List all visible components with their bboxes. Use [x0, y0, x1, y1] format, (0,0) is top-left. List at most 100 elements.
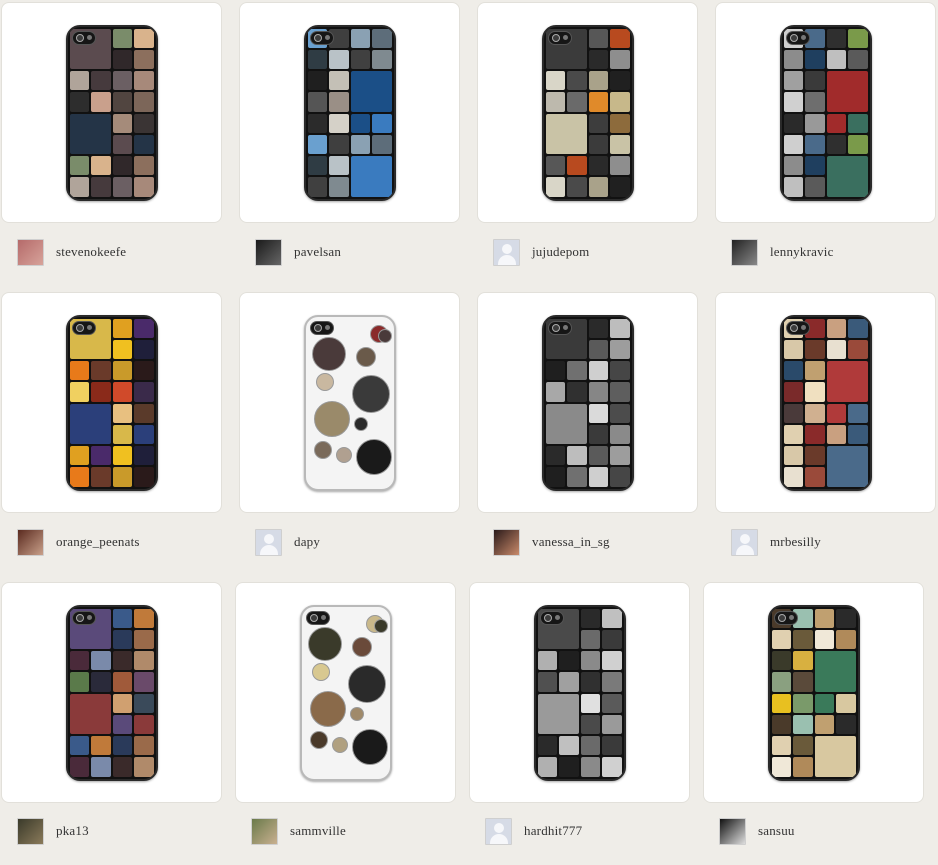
phone-case-image[interactable]	[767, 604, 860, 781]
phone-case-image[interactable]	[65, 604, 158, 781]
phone-case-image[interactable]	[779, 24, 872, 201]
avatar[interactable]	[17, 528, 44, 556]
photo-tile	[848, 403, 868, 423]
case-card[interactable]	[239, 2, 460, 223]
lens-icon	[313, 323, 322, 332]
photo-bubble	[373, 618, 388, 633]
username-link[interactable]: lennykravic	[770, 244, 834, 260]
phone-case-image[interactable]	[541, 24, 634, 201]
flash-icon	[800, 35, 806, 40]
username-link[interactable]: mrbesilly	[770, 534, 821, 550]
photo-tile	[112, 361, 132, 381]
photo-tile	[134, 113, 154, 133]
case-card[interactable]	[239, 292, 460, 513]
photo-tile	[610, 339, 630, 359]
photo-tile	[814, 629, 834, 649]
username-link[interactable]: hardhit777	[524, 823, 582, 839]
photo-tile	[134, 361, 154, 381]
case-card[interactable]	[235, 582, 456, 803]
camera-cutout-icon	[305, 610, 330, 625]
photo-tile	[112, 714, 132, 734]
photo-tile	[350, 113, 370, 133]
photo-tile	[588, 424, 608, 444]
avatar[interactable]	[731, 238, 758, 266]
photo-tile	[610, 49, 630, 69]
photo-tile	[805, 156, 825, 176]
case-card[interactable]	[477, 292, 698, 513]
phone-case-image[interactable]	[65, 24, 158, 201]
avatar[interactable]	[255, 528, 282, 556]
photo-tile	[134, 134, 154, 154]
photo-tile	[91, 382, 111, 402]
photo-collage	[544, 317, 632, 489]
user-attribution: dapy	[255, 527, 320, 557]
username-link[interactable]: sammville	[290, 823, 346, 839]
avatar[interactable]	[485, 817, 512, 845]
phone-case-image[interactable]	[779, 314, 872, 491]
avatar[interactable]	[255, 238, 282, 266]
avatar[interactable]	[719, 817, 746, 845]
photo-tile	[580, 757, 600, 777]
phone-case-image[interactable]	[65, 314, 158, 491]
phone-case-image[interactable]	[303, 24, 396, 201]
photo-tile	[350, 134, 370, 154]
photo-tile	[588, 49, 608, 69]
username-link[interactable]: vanessa_in_sg	[532, 534, 610, 550]
photo-tile	[307, 92, 327, 112]
username-link[interactable]: pka13	[56, 823, 89, 839]
photo-tile	[545, 382, 565, 402]
avatar[interactable]	[251, 817, 278, 845]
photo-tile	[805, 134, 825, 154]
photo-tile	[559, 651, 579, 671]
photo-bubble	[355, 438, 392, 475]
photo-tile	[836, 608, 856, 628]
username-link[interactable]: orange_peenats	[56, 534, 140, 550]
username-link[interactable]: pavelsan	[294, 244, 341, 260]
photo-tile	[69, 403, 111, 444]
username-link[interactable]: jujudepom	[532, 244, 589, 260]
photo-tile	[805, 446, 825, 466]
photo-tile	[771, 693, 791, 713]
phone-case-image[interactable]	[303, 314, 396, 491]
photo-tile	[372, 134, 392, 154]
user-attribution: sammville	[251, 816, 346, 846]
avatar[interactable]	[731, 528, 758, 556]
photo-collage	[782, 317, 870, 489]
case-card[interactable]	[703, 582, 924, 803]
case-card[interactable]	[1, 582, 222, 803]
lens-icon	[75, 33, 84, 42]
photo-tile	[814, 651, 856, 692]
phone-case-image[interactable]	[541, 314, 634, 491]
case-card[interactable]	[715, 2, 936, 223]
avatar[interactable]	[17, 817, 44, 845]
photo-tile	[134, 28, 154, 48]
user-attribution: orange_peenats	[17, 527, 140, 557]
case-card[interactable]	[1, 292, 222, 513]
avatar[interactable]	[493, 238, 520, 266]
avatar[interactable]	[17, 238, 44, 266]
phone-case-image[interactable]	[299, 604, 392, 781]
case-card[interactable]	[469, 582, 690, 803]
case-card[interactable]	[715, 292, 936, 513]
photo-tile	[602, 736, 622, 756]
photo-tile	[69, 446, 89, 466]
photo-tile	[836, 629, 856, 649]
photo-tile	[372, 28, 392, 48]
photo-bubble	[353, 416, 368, 431]
case-card[interactable]	[1, 2, 222, 223]
photo-tile	[112, 424, 132, 444]
photo-tile	[610, 92, 630, 112]
phone-case-image[interactable]	[533, 604, 626, 781]
photo-tile	[610, 318, 630, 338]
case-card[interactable]	[477, 2, 698, 223]
photo-tile	[783, 113, 803, 133]
photo-tile	[580, 736, 600, 756]
username-link[interactable]: dapy	[294, 534, 320, 550]
avatar[interactable]	[493, 528, 520, 556]
photo-tile	[771, 757, 791, 777]
camera-cutout-icon	[71, 30, 96, 45]
lens-icon	[551, 33, 560, 42]
username-link[interactable]: stevenokeefe	[56, 244, 126, 260]
photo-tile	[91, 177, 111, 197]
username-link[interactable]: sansuu	[758, 823, 795, 839]
